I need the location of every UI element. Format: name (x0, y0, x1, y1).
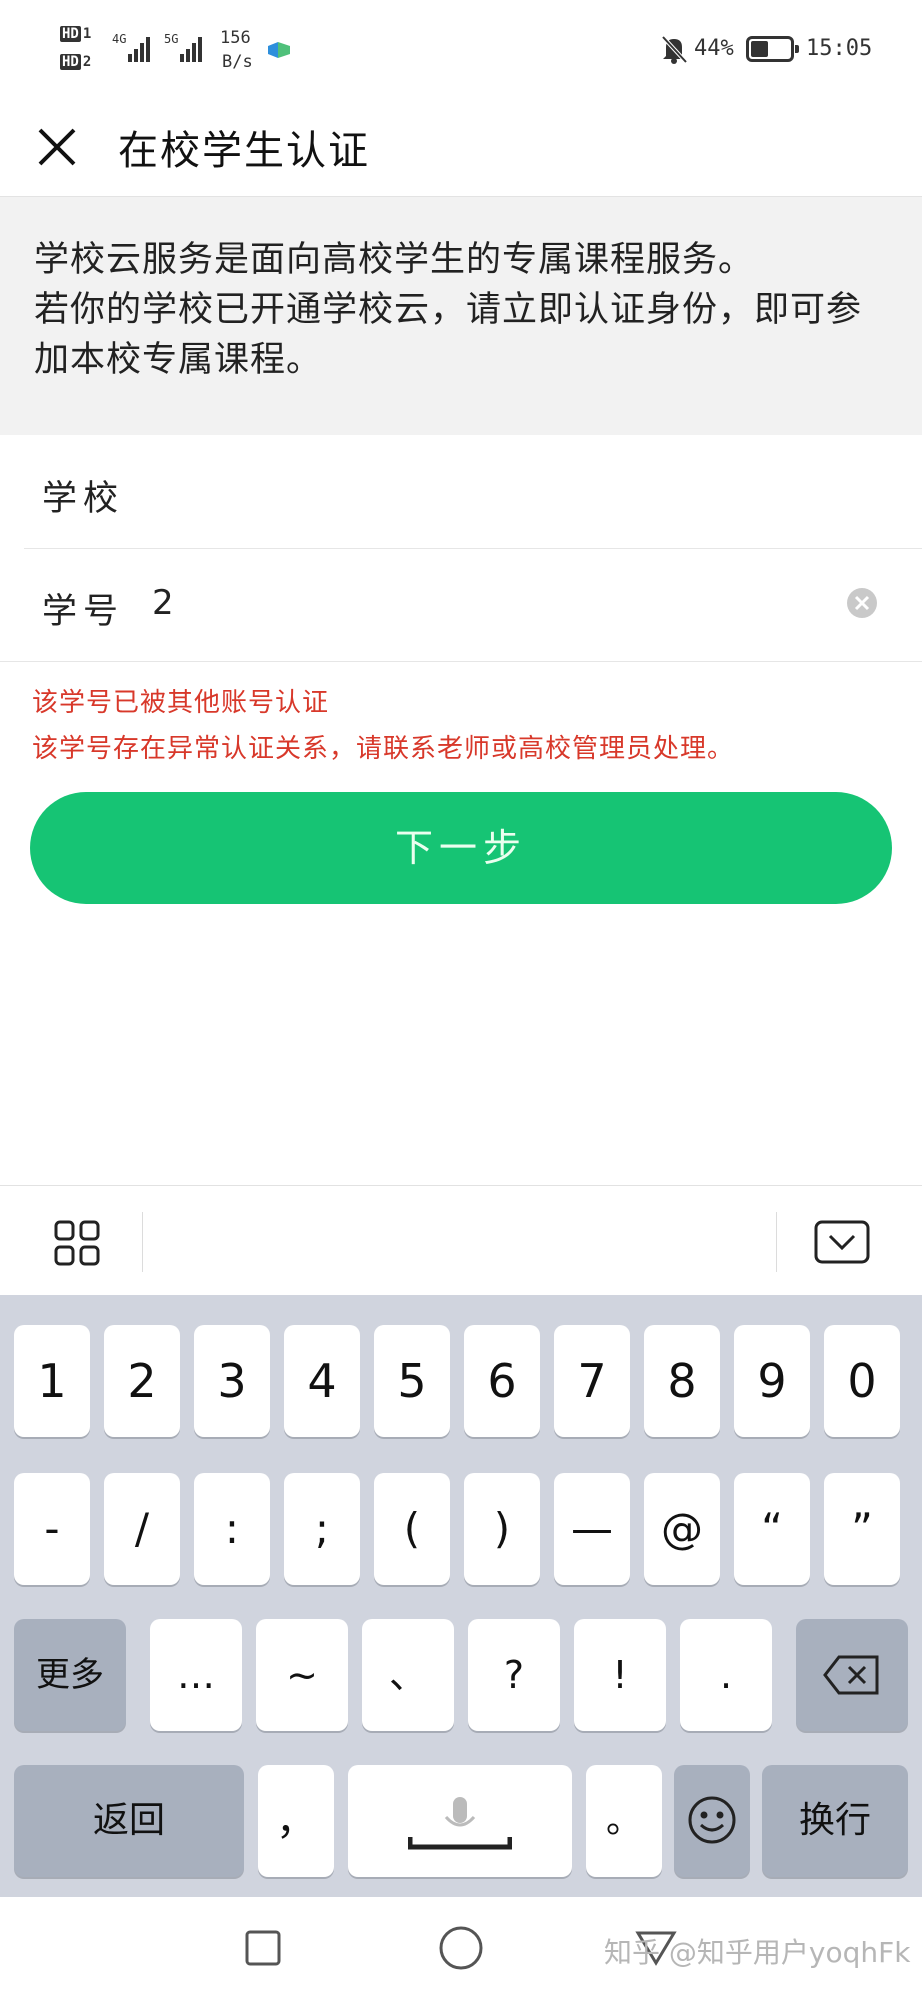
next-button[interactable]: 下一步 (30, 792, 892, 904)
student-id-label: 学号 (42, 592, 125, 632)
key-slash[interactable]: / (104, 1473, 180, 1585)
student-id-field[interactable]: 2 (152, 583, 174, 623)
hd1-indicator: HD 1 (60, 26, 91, 42)
header: 在校学生认证 (0, 100, 922, 197)
toolbar-divider-left (142, 1212, 143, 1272)
key-dot[interactable]: . (680, 1619, 772, 1731)
key-tilde[interactable]: ~ (256, 1619, 348, 1731)
hd2-indicator: HD 2 (60, 54, 91, 70)
close-icon[interactable] (32, 122, 82, 172)
key-hyphen[interactable]: - (14, 1473, 90, 1585)
intro-line-1: 学校云服务是面向高校学生的专属课程服务。 (34, 240, 755, 280)
emoji-icon (688, 1796, 736, 1844)
key-colon[interactable]: : (194, 1473, 270, 1585)
grid-icon[interactable] (54, 1220, 100, 1266)
key-4[interactable]: 4 (284, 1325, 360, 1437)
circle-icon[interactable] (438, 1925, 484, 1971)
emoji-key[interactable] (674, 1765, 750, 1877)
key-enum-comma[interactable]: 、 (362, 1619, 454, 1731)
watermark: 知乎 @知乎用户yoqhFk (604, 1936, 911, 1969)
student-id-row[interactable]: 学号 2 (0, 549, 922, 661)
key-dash[interactable]: — (554, 1473, 630, 1585)
key-9[interactable]: 9 (734, 1325, 810, 1437)
signal-5g-icon (180, 34, 208, 62)
status-bar: HD 1 HD 2 4G 5G 156 B/s 44% 15:05 (0, 0, 922, 100)
key-3[interactable]: 3 (194, 1325, 270, 1437)
net-speed-value: 156 (220, 28, 251, 48)
net-speed-unit: B/s (222, 52, 253, 72)
hd1-text: HD (60, 26, 81, 42)
key-6[interactable]: 6 (464, 1325, 540, 1437)
key-1[interactable]: 1 (14, 1325, 90, 1437)
mute-bell-icon (660, 34, 688, 64)
key-semicolon[interactable]: ; (284, 1473, 360, 1585)
intro-text: 学校云服务是面向高校学生的专属课程服务。 若你的学校已开通学校云，请立即认证身份… (34, 235, 894, 385)
app-notification-icon (268, 42, 290, 58)
battery-percent: 44% (694, 36, 734, 61)
intro-section: 学校云服务是面向高校学生的专属课程服务。 若你的学校已开通学校云，请立即认证身份… (0, 197, 922, 435)
back-key[interactable]: 返回 (14, 1765, 244, 1877)
key-ellipsis[interactable]: … (150, 1619, 242, 1731)
key-7[interactable]: 7 (554, 1325, 630, 1437)
hd2-text: HD (60, 54, 81, 70)
key-comma[interactable]: ， (258, 1765, 334, 1877)
key-8[interactable]: 8 (644, 1325, 720, 1437)
key-open-paren[interactable]: ( (374, 1473, 450, 1585)
keyboard-toolbar (0, 1185, 922, 1296)
key-close-quote[interactable]: ” (824, 1473, 900, 1585)
battery-icon (746, 36, 799, 62)
key-close-paren[interactable]: ) (464, 1473, 540, 1585)
hd1-num: 1 (82, 26, 92, 42)
key-5[interactable]: 5 (374, 1325, 450, 1437)
nav-bar: 知乎 @知乎用户yoqhFk (0, 1897, 922, 1997)
key-0[interactable]: 0 (824, 1325, 900, 1437)
space-key[interactable] (348, 1765, 572, 1877)
clock: 15:05 (806, 36, 873, 61)
page-title: 在校学生认证 (118, 128, 370, 174)
backspace-icon (823, 1655, 879, 1695)
network-4g-label: 4G (112, 32, 127, 46)
form-bottom-divider (0, 661, 922, 662)
hd2-num: 2 (82, 54, 92, 70)
school-field[interactable] (150, 466, 750, 516)
enter-key[interactable]: 换行 (762, 1765, 908, 1877)
key-2[interactable]: 2 (104, 1325, 180, 1437)
hide-keyboard-icon[interactable] (814, 1220, 870, 1264)
backspace-key[interactable] (796, 1619, 908, 1731)
microphone-icon (408, 1797, 512, 1850)
clear-icon[interactable] (846, 587, 878, 619)
intro-line-2: 若你的学校已开通学校云，请立即认证身份，即可参加本校专属课程。 (34, 290, 863, 380)
school-row[interactable]: 学校 (0, 436, 922, 548)
key-exclamation[interactable]: ! (574, 1619, 666, 1731)
error-message-1: 该学号已被其他账号认证 (32, 688, 330, 718)
toolbar-divider-right (776, 1212, 777, 1272)
key-period[interactable]: 。 (586, 1765, 662, 1877)
square-icon[interactable] (244, 1929, 282, 1967)
key-question[interactable]: ? (468, 1619, 560, 1731)
key-at[interactable]: @ (644, 1473, 720, 1585)
keyboard: 1 2 3 4 5 6 7 8 9 0 - / : ; ( ) — @ “ ” … (0, 1295, 922, 1897)
network-5g-label: 5G (164, 32, 179, 46)
more-key[interactable]: 更多 (14, 1619, 126, 1731)
key-open-quote[interactable]: “ (734, 1473, 810, 1585)
error-message-2: 该学号存在异常认证关系，请联系老师或高校管理员处理。 (32, 734, 735, 764)
school-label: 学校 (42, 479, 125, 519)
signal-4g-icon (128, 34, 156, 62)
